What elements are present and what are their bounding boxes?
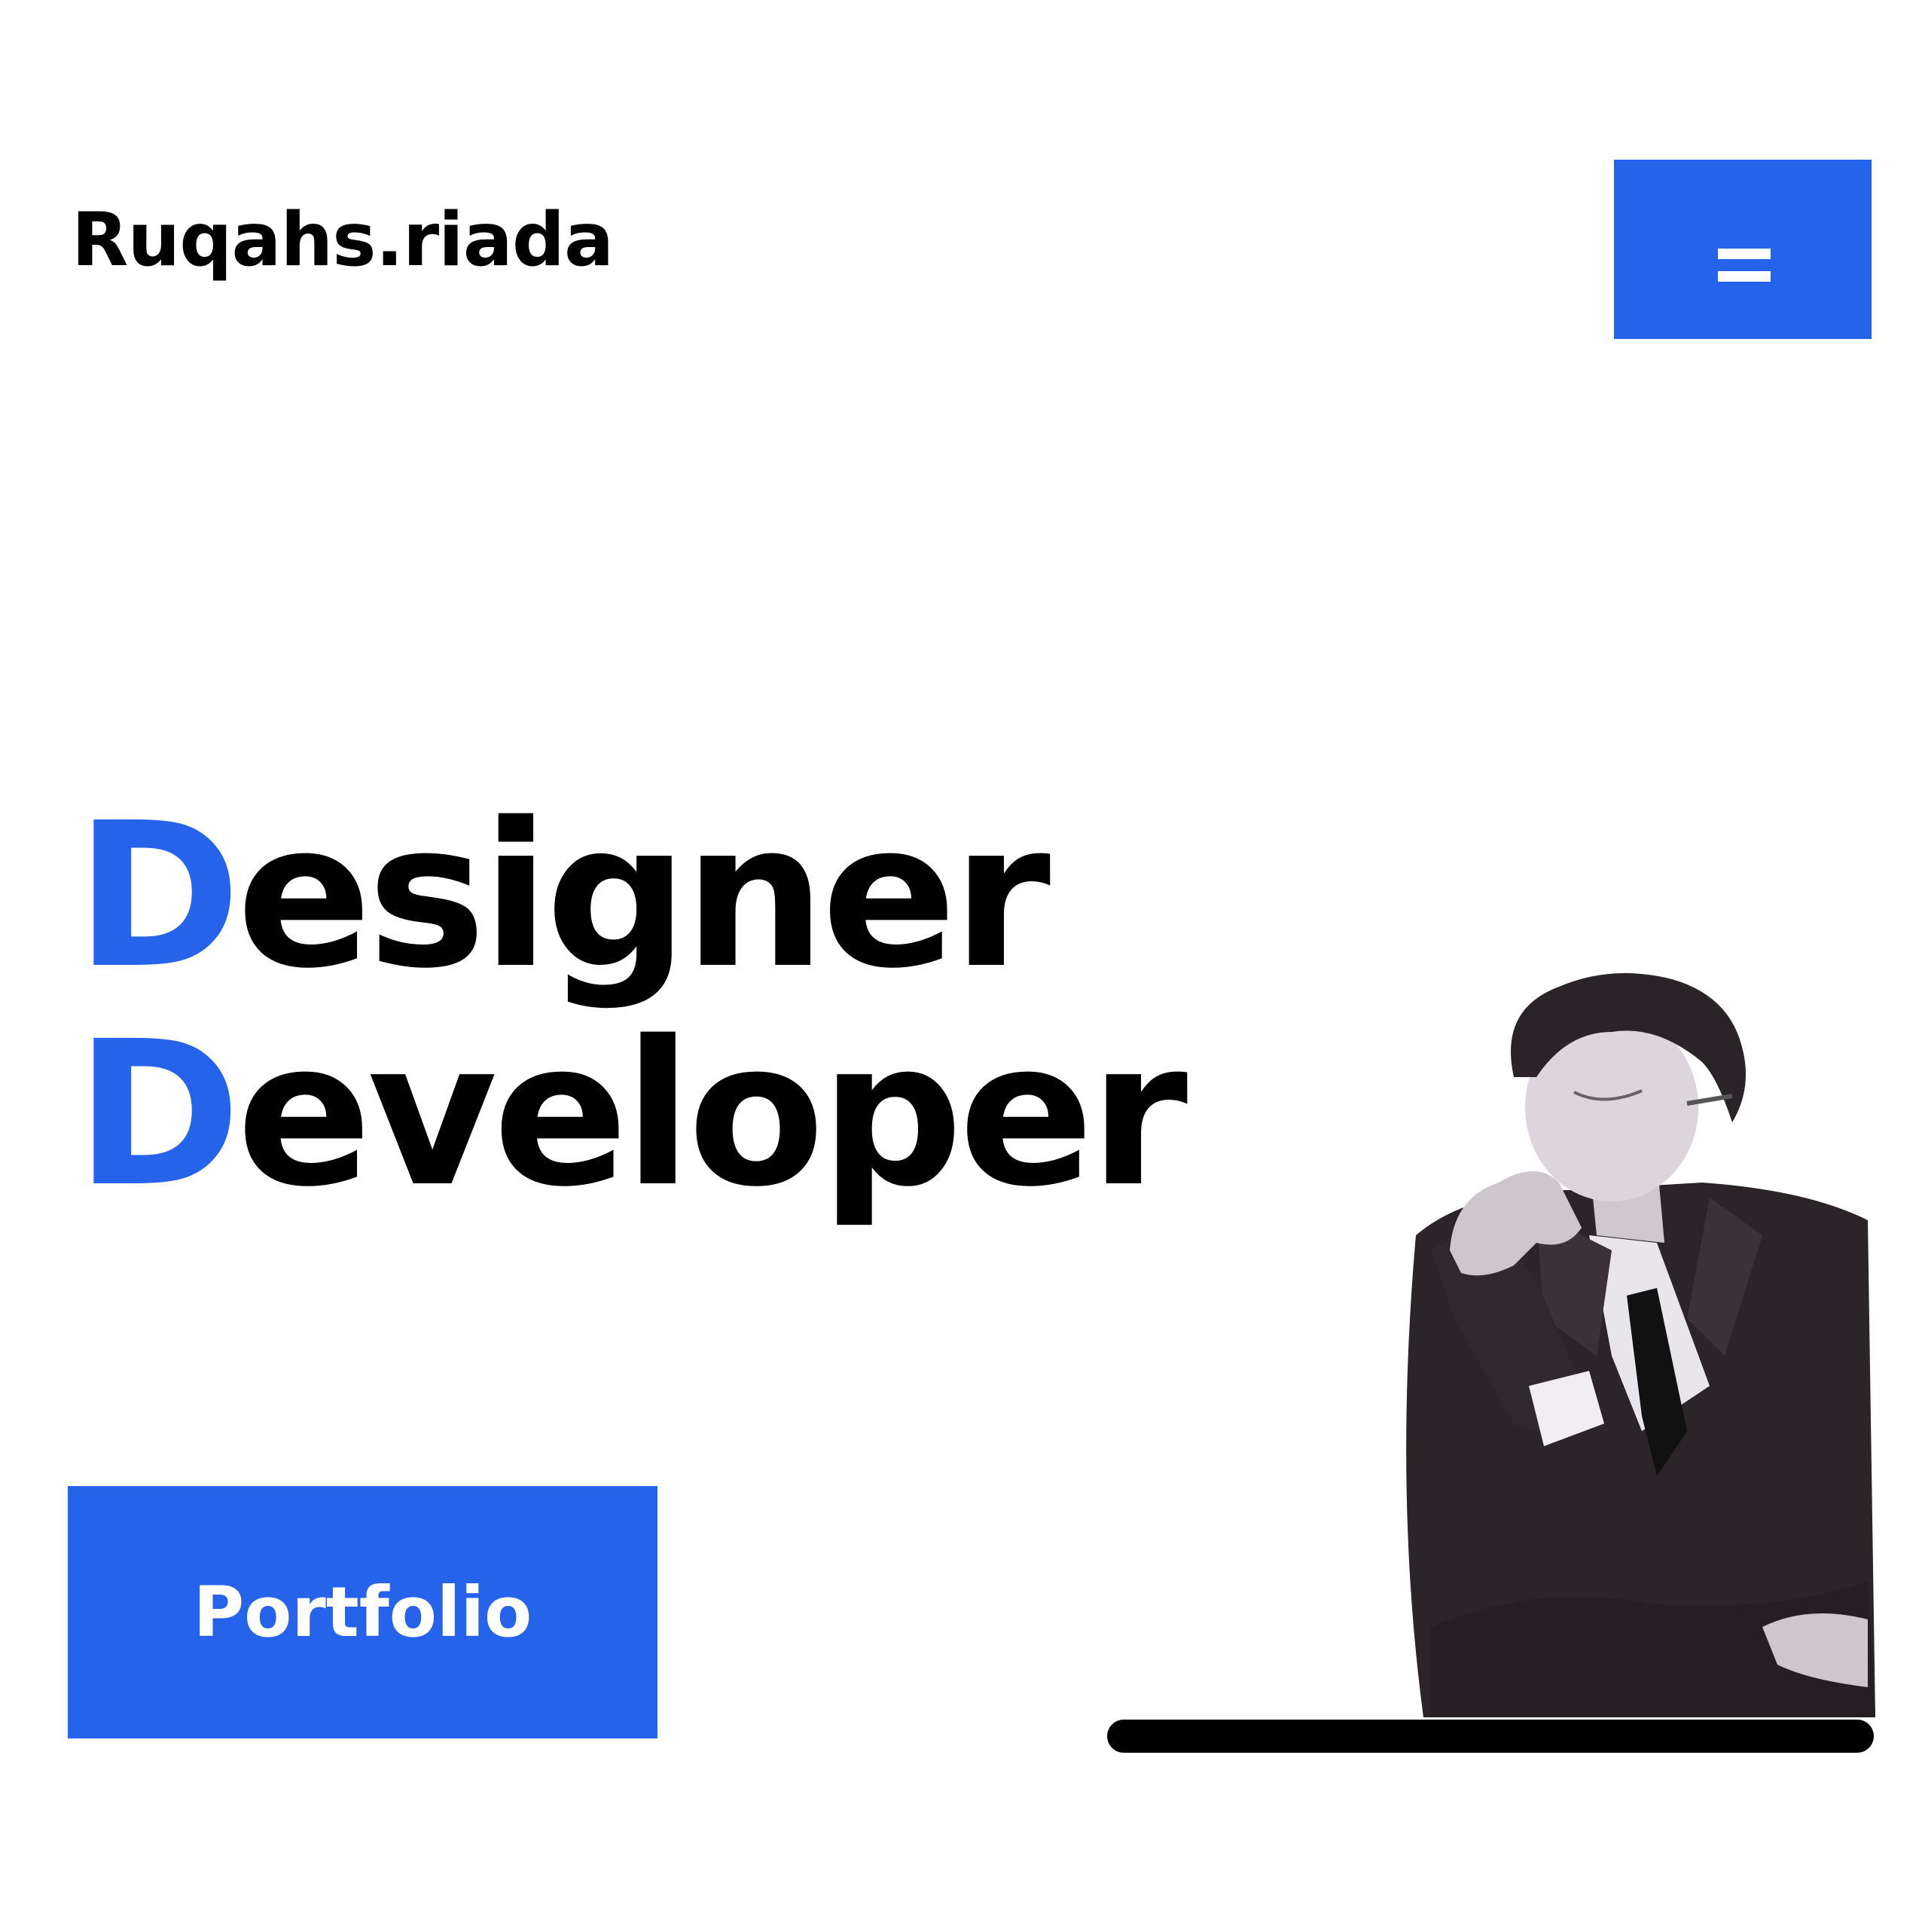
- hero-headline: Designer Developer: [75, 787, 1188, 1224]
- headline-initial: D: [75, 999, 241, 1231]
- portfolio-button[interactable]: Portfolio: [68, 1486, 657, 1738]
- portfolio-button-label: Portfolio: [193, 1572, 532, 1653]
- hamburger-menu-icon: [1718, 249, 1771, 282]
- site-logo[interactable]: Ruqahs.riada: [72, 203, 614, 277]
- menu-button[interactable]: [1614, 160, 1872, 339]
- headline-line-designer: Designer: [75, 787, 1183, 1006]
- thinking-man-illustration: [1406, 973, 1875, 1717]
- headline-initial: D: [75, 780, 241, 1012]
- headline-text: eveloper: [236, 999, 1188, 1231]
- headline-line-developer: Developer: [75, 1006, 1188, 1224]
- ground-line: [1107, 1720, 1874, 1753]
- headline-text: esigner: [236, 780, 1051, 1012]
